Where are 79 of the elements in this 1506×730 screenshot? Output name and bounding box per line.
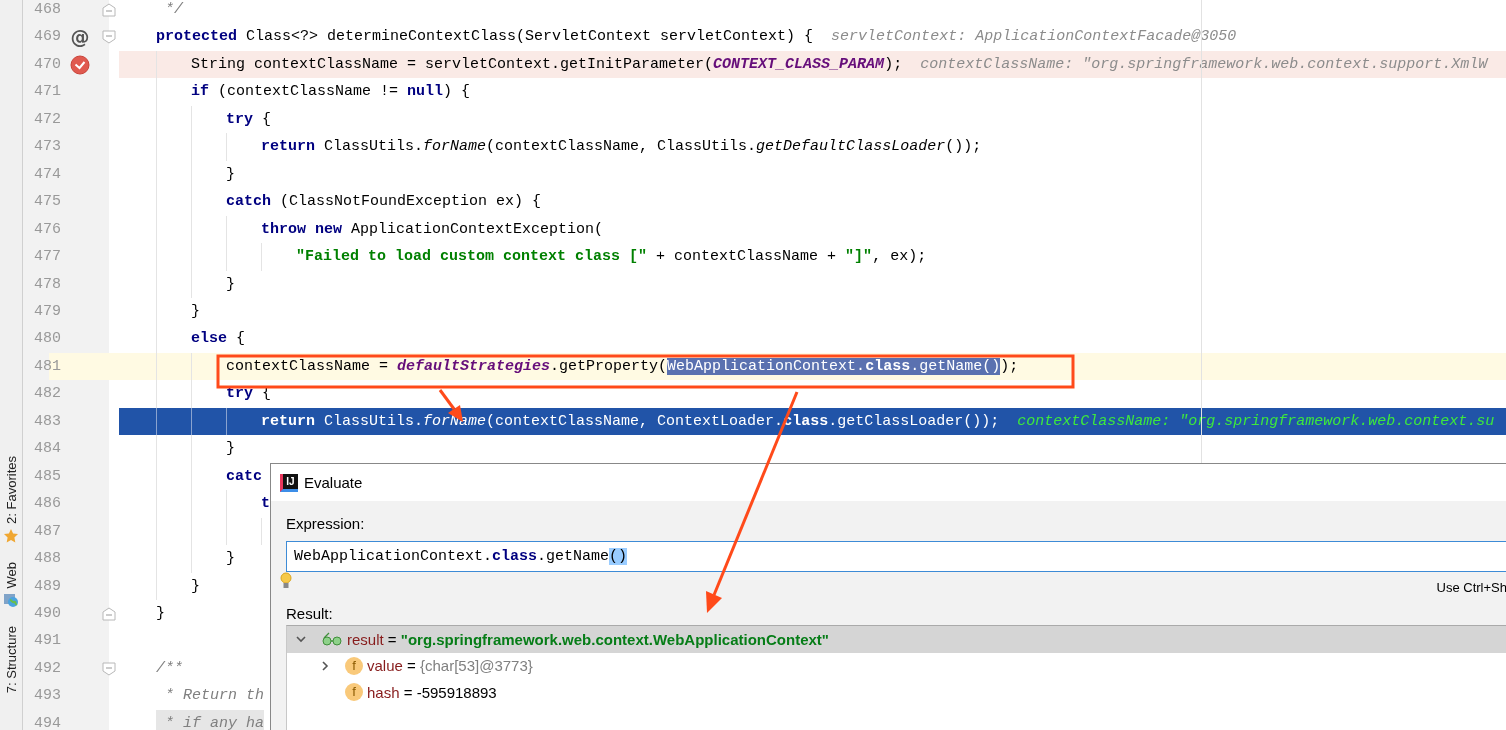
code-text: if (contextClassName != null) { (191, 82, 471, 103)
code-text: t (261, 494, 270, 515)
app-logo: IJ (280, 473, 298, 492)
code-text: } (226, 439, 235, 460)
shortcut-hint: Use Ctrl+Sh (1436, 579, 1506, 595)
field-icon: f (345, 656, 363, 675)
inline-hint: contextClassName: "org.springframework.web.context.support.XmlW (920, 54, 1488, 75)
code-text: throw new ApplicationContextException( (261, 219, 604, 240)
line-number: 486 (33, 494, 61, 515)
code-text: protected Class<?> determineContextClass(ServletContext servletContext) { (156, 27, 814, 48)
line-number: 483 (33, 411, 61, 432)
inline-hint: servletContext: ApplicationContextFacade@3050 (831, 27, 1237, 48)
line-number: 491 (33, 631, 61, 652)
code-text: try { (226, 109, 272, 130)
field-icon: f (345, 683, 363, 702)
line-number: 478 (33, 274, 61, 295)
line-number: 490 (33, 603, 61, 624)
line-number: 479 (33, 302, 61, 322)
code-text: /** (156, 658, 183, 679)
code-text: catc (226, 466, 262, 487)
line-number: 469 (33, 27, 61, 48)
line-number: 472 (33, 109, 61, 130)
line-number: 482 (33, 384, 61, 405)
line-number: 485 (33, 466, 61, 487)
expression-label: Expression: (286, 514, 366, 534)
fold-marker-icon[interactable] (102, 606, 116, 621)
variable-entry: result = "org.springframework.web.context.WebApplicationContext" (347, 630, 829, 648)
star-icon (3, 527, 19, 544)
code-text: } (191, 302, 200, 322)
code-text: } (226, 164, 235, 185)
line-number: 477 (33, 247, 61, 268)
code-text: } (191, 576, 200, 597)
globe-icon (3, 592, 19, 609)
lightbulb-icon[interactable] (280, 572, 292, 590)
line-number: 480 (33, 329, 61, 350)
tool-window-button[interactable]: 7: Structure (3, 626, 19, 694)
line-number: 468 (33, 0, 61, 20)
line-number: 470 (33, 54, 61, 75)
line-number: 471 (33, 82, 61, 103)
code-text: * if any ha (156, 709, 265, 730)
code-text: */ (164, 0, 183, 20)
line-number: 476 (33, 219, 61, 240)
fold-marker-icon[interactable] (102, 2, 116, 17)
annotation-marker[interactable]: @ (70, 27, 90, 47)
fold-marker-icon[interactable] (102, 661, 116, 676)
code-text: else { (191, 329, 246, 350)
tool-window-button[interactable]: Web (3, 561, 19, 589)
line-number: 493 (33, 686, 61, 707)
code-text: } (156, 603, 165, 624)
code-text: } (226, 549, 235, 570)
line-number: 473 (33, 137, 61, 158)
line-number: 488 (33, 549, 61, 570)
fold-marker-icon[interactable] (102, 30, 116, 45)
tree-row[interactable]: result = "org.springframework.web.context.WebApplicationContext" (287, 626, 1506, 653)
line-number: 475 (33, 192, 61, 213)
code-text: String contextClassName = servletContext.getInitParameter(CONTEXT_CLASS_PARAM); (191, 54, 903, 75)
line-number: 494 (33, 713, 61, 730)
tree-row[interactable]: f value = {char[53]@3773} (287, 652, 1506, 679)
line-number: 474 (33, 164, 61, 185)
tree-row[interactable]: f hash = -595918893 (287, 679, 1506, 706)
line-number: 481 (33, 356, 61, 377)
variable-entry: hash = -595918893 (367, 683, 497, 701)
tool-window-button[interactable]: 2: Favorites (3, 456, 19, 524)
line-number: 492 (33, 658, 61, 679)
result-label: Result: (286, 604, 334, 624)
breakpoint-icon[interactable] (70, 54, 90, 75)
dialog-title: Evaluate (304, 474, 363, 491)
variable-entry: value = {char[53]@3773} (367, 657, 533, 675)
code-text: * Return th (164, 686, 265, 707)
code-text: catch (ClassNotFoundException ex) { (226, 192, 542, 213)
line-number: 489 (33, 576, 61, 597)
line-number: 487 (33, 521, 61, 542)
code-text: "Failed to load custom context class [" + contextClassName + "]", ex); (296, 247, 927, 268)
expression-field[interactable]: WebApplicationContext.class.getName() (286, 541, 1506, 572)
chevron-icon[interactable] (319, 659, 331, 672)
code-text: return ClassUtils.forName(contextClassName, ClassUtils.getDefaultClassLoader()); (261, 137, 982, 158)
code-text: } (226, 274, 235, 295)
line-number: 484 (33, 439, 61, 460)
glasses-icon (321, 631, 343, 648)
